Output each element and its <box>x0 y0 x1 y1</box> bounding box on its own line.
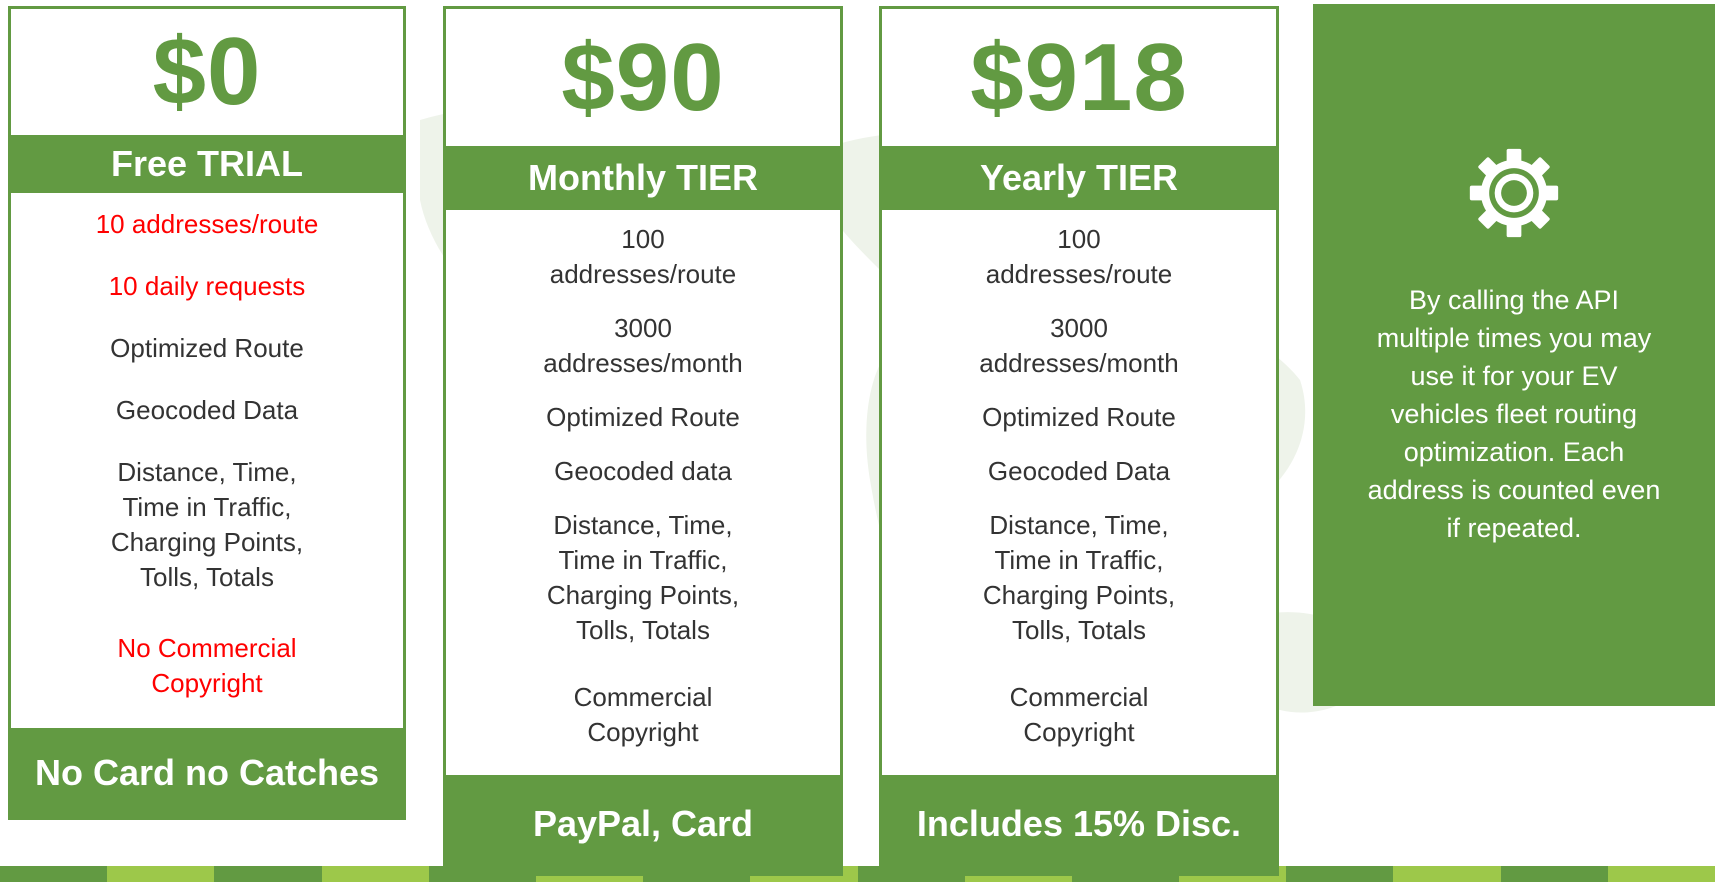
api-info-panel: By calling the API multiple times you ma… <box>1313 4 1715 706</box>
plan-footer: PayPal, Card <box>446 775 840 873</box>
feature-optimized-route: Optimized Route <box>546 402 740 432</box>
plan-price: $90 <box>561 23 725 131</box>
feature-addresses-per-route: 10 addresses/route <box>95 209 319 240</box>
feature-addresses-per-month: 3000 addresses/month <box>979 313 1179 378</box>
feature-daily-requests: 10 daily requests <box>108 271 306 302</box>
plan-footer: Includes 15% Disc. <box>882 775 1276 873</box>
strip-segment <box>1286 866 1394 882</box>
bottom-decorative-strip <box>0 866 1715 882</box>
plan-price: $918 <box>970 23 1188 131</box>
feature-geocoded-data: Geocoded Data <box>115 395 299 426</box>
strip-segment <box>214 866 322 882</box>
strip-segment <box>321 866 429 882</box>
feature-copyright: No Commercial Copyright <box>117 633 297 699</box>
feature-copyright: Commercial Copyright <box>1009 682 1149 747</box>
feature-addresses-per-month: 3000 addresses/month <box>543 313 743 378</box>
plan-price: $0 <box>152 17 262 125</box>
strip-segment <box>107 866 215 882</box>
plan-tier-title: Monthly TIER <box>446 146 840 210</box>
plan-card-free: $0 Free TRIAL 10 addresses/route 10 dail… <box>8 6 406 820</box>
feature-addresses-per-route: 100 addresses/route <box>549 224 737 289</box>
plan-card-yearly: $918 Yearly TIER 100 addresses/route 300… <box>879 6 1279 876</box>
plan-card-monthly: $90 Monthly TIER 100 addresses/route 300… <box>443 6 843 876</box>
feature-distance-time: Distance, Time, Time in Traffic, Chargin… <box>546 510 740 645</box>
plan-feature-list: 10 addresses/route 10 daily requests Opt… <box>11 193 403 728</box>
feature-copyright: Commercial Copyright <box>573 682 713 747</box>
feature-addresses-per-route: 100 addresses/route <box>985 224 1173 289</box>
feature-optimized-route: Optimized Route <box>982 402 1176 432</box>
plan-feature-list: 100 addresses/route 3000 addresses/month… <box>446 210 840 775</box>
feature-distance-time: Distance, Time, Time in Traffic, Chargin… <box>110 457 304 593</box>
strip-segment <box>0 866 108 882</box>
plan-tier-title: Yearly TIER <box>882 146 1276 210</box>
plan-feature-list: 100 addresses/route 3000 addresses/month… <box>882 210 1276 775</box>
strip-segment <box>1607 866 1715 882</box>
strip-segment <box>1500 866 1608 882</box>
feature-distance-time: Distance, Time, Time in Traffic, Chargin… <box>982 510 1176 645</box>
plan-footer: No Card no Catches <box>11 728 403 817</box>
strip-segment <box>1393 866 1501 882</box>
plan-tier-title: Free TRIAL <box>11 134 403 194</box>
feature-geocoded-data: Geocoded Data <box>987 456 1171 486</box>
api-info-text: By calling the API multiple times you ma… <box>1367 285 1661 543</box>
feature-optimized-route: Optimized Route <box>110 333 304 364</box>
feature-geocoded-data: Geocoded data <box>554 456 732 486</box>
gear-icon <box>1469 148 1559 238</box>
